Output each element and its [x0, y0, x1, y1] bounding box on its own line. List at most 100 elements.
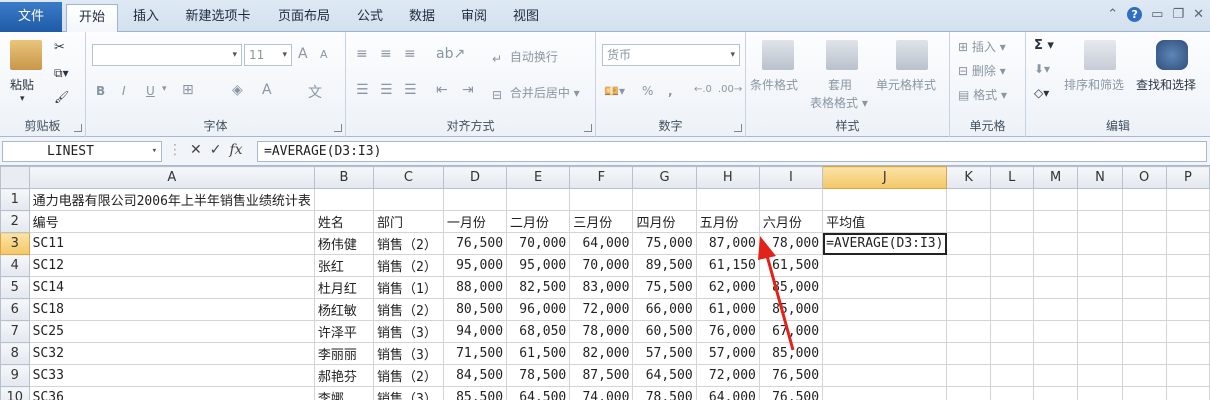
cut-icon[interactable]: ✂ — [54, 40, 65, 55]
increase-decimal-icon[interactable]: ←.0 — [694, 84, 712, 95]
cell-c3[interactable]: 销售（2） — [373, 232, 444, 255]
row-header-7[interactable]: 7 — [0, 320, 30, 343]
column-header-n[interactable]: N — [1077, 166, 1123, 189]
cell-g1[interactable] — [632, 188, 697, 211]
cell-j3[interactable]: =AVERAGE(D3:I3) — [822, 232, 948, 255]
tab-data[interactable]: 数据 — [398, 4, 446, 32]
format-as-table-button[interactable]: 套用 — [828, 76, 852, 93]
cell-k7[interactable] — [946, 320, 991, 343]
cell-e10[interactable]: 64,500 — [506, 386, 571, 400]
column-header-h[interactable]: H — [695, 166, 760, 189]
cell-k3[interactable] — [946, 232, 991, 255]
cell-p1[interactable] — [1166, 188, 1210, 211]
cell-f9[interactable]: 87,500 — [569, 364, 634, 387]
align-middle-icon[interactable]: ≡ — [380, 46, 392, 62]
cell-o6[interactable] — [1121, 298, 1167, 321]
cell-l1[interactable] — [990, 188, 1034, 211]
shrink-font-icon[interactable]: A — [320, 48, 328, 61]
format-painter-icon[interactable]: 🖌 — [54, 90, 69, 104]
cell-d5[interactable]: 88,000 — [442, 276, 508, 299]
insert-function-icon[interactable]: fx — [229, 142, 242, 158]
cell-o8[interactable] — [1121, 342, 1167, 365]
cell-c10[interactable]: 销售（3） — [373, 386, 444, 400]
cell-e3[interactable]: 70,000 — [506, 232, 571, 255]
fill-color-icon[interactable]: ◈ — [232, 82, 243, 98]
accounting-format-icon[interactable]: 💴▾ — [604, 84, 625, 98]
cell-e1[interactable] — [506, 188, 571, 211]
minimize-icon[interactable]: ▭ — [1151, 7, 1163, 22]
cell-styles-button[interactable]: 单元格样式 — [876, 76, 936, 93]
cell-g3[interactable]: 75,000 — [632, 232, 697, 255]
cell-n7[interactable] — [1077, 320, 1123, 343]
copy-icon[interactable]: ⧉▾ — [54, 66, 69, 81]
cell-f4[interactable]: 70,000 — [569, 254, 634, 277]
cell-n8[interactable] — [1077, 342, 1123, 365]
cell-k2[interactable] — [946, 210, 991, 233]
cell-f8[interactable]: 82,000 — [569, 342, 634, 365]
name-box[interactable]: LINEST ▾ — [2, 141, 162, 162]
cell-k5[interactable] — [946, 276, 991, 299]
cell-d9[interactable]: 84,500 — [442, 364, 508, 387]
close-icon[interactable]: ✕ — [1193, 7, 1204, 22]
cell-i9[interactable]: 76,500 — [758, 364, 824, 387]
alignment-launcher-icon[interactable] — [584, 124, 592, 132]
cell-p8[interactable] — [1165, 342, 1210, 365]
cell-i1[interactable] — [759, 188, 824, 211]
cell-f5[interactable]: 83,000 — [569, 276, 634, 299]
cell-h2[interactable]: 五月份 — [695, 210, 760, 233]
insert-cells-button[interactable]: ⊞ 插入 ▾ — [958, 38, 1006, 55]
conditional-format-button[interactable]: 条件格式 — [750, 76, 798, 93]
cell-g7[interactable]: 60,500 — [632, 320, 697, 343]
cell-c2[interactable]: 部门 — [373, 210, 444, 233]
cell-l7[interactable] — [989, 320, 1034, 343]
cell-e9[interactable]: 78,500 — [506, 364, 571, 387]
delete-cells-button[interactable]: ⊟ 删除 ▾ — [958, 62, 1006, 79]
tab-view[interactable]: 视图 — [502, 4, 550, 32]
cell-h4[interactable]: 61,150 — [695, 254, 760, 277]
restore-icon[interactable]: ❐ — [1172, 7, 1184, 22]
minimize-ribbon-icon[interactable]: ⌃ — [1107, 7, 1118, 22]
find-select-button[interactable]: 查找和选择 — [1136, 76, 1196, 93]
help-icon[interactable]: ? — [1127, 7, 1143, 22]
cell-a6[interactable]: SC18 — [28, 298, 315, 321]
cell-j1[interactable] — [822, 188, 948, 211]
column-header-a[interactable]: A — [28, 166, 315, 189]
cell-e2[interactable]: 二月份 — [506, 210, 571, 233]
cell-a1[interactable]: 通力电器有限公司2006年上半年销售业绩统计表 — [28, 188, 315, 211]
cell-p3[interactable] — [1165, 232, 1210, 255]
cell-f2[interactable]: 三月份 — [569, 210, 634, 233]
cell-g5[interactable]: 75,500 — [632, 276, 697, 299]
cell-i8[interactable]: 85,000 — [758, 342, 824, 365]
cell-h1[interactable] — [696, 188, 760, 211]
cell-n2[interactable] — [1077, 210, 1123, 233]
cell-l9[interactable] — [989, 364, 1034, 387]
underline-button[interactable]: U — [146, 84, 155, 98]
cell-o9[interactable] — [1121, 364, 1167, 387]
cell-m10[interactable] — [1032, 386, 1079, 400]
column-header-k[interactable]: K — [946, 166, 991, 189]
cell-i2[interactable]: 六月份 — [758, 210, 824, 233]
cell-j2[interactable]: 平均值 — [822, 210, 948, 233]
cell-f7[interactable]: 78,000 — [569, 320, 634, 343]
cell-d6[interactable]: 80,500 — [442, 298, 508, 321]
tab-home[interactable]: 开始 — [66, 4, 118, 33]
number-launcher-icon[interactable] — [734, 124, 742, 132]
cell-n6[interactable] — [1077, 298, 1123, 321]
tab-file[interactable]: 文件 — [0, 2, 62, 32]
cell-e6[interactable]: 96,000 — [506, 298, 571, 321]
cell-h9[interactable]: 72,000 — [695, 364, 760, 387]
cell-i10[interactable]: 76,500 — [758, 386, 824, 400]
cell-h5[interactable]: 62,000 — [695, 276, 760, 299]
column-header-o[interactable]: O — [1121, 166, 1167, 189]
cell-p10[interactable] — [1165, 386, 1210, 400]
cell-b9[interactable]: 郝艳芬 — [313, 364, 375, 387]
wrap-text-button[interactable]: ↵ 自动换行 — [492, 48, 558, 66]
cell-p6[interactable] — [1165, 298, 1210, 321]
cell-b10[interactable]: 李娜 — [313, 386, 375, 400]
italic-button[interactable]: I — [122, 84, 126, 98]
clipboard-launcher-icon[interactable] — [74, 124, 82, 132]
cell-g9[interactable]: 64,500 — [632, 364, 697, 387]
column-header-i[interactable]: I — [758, 166, 824, 189]
cell-m1[interactable] — [1033, 188, 1079, 211]
enter-icon[interactable]: ✓ — [210, 142, 222, 158]
